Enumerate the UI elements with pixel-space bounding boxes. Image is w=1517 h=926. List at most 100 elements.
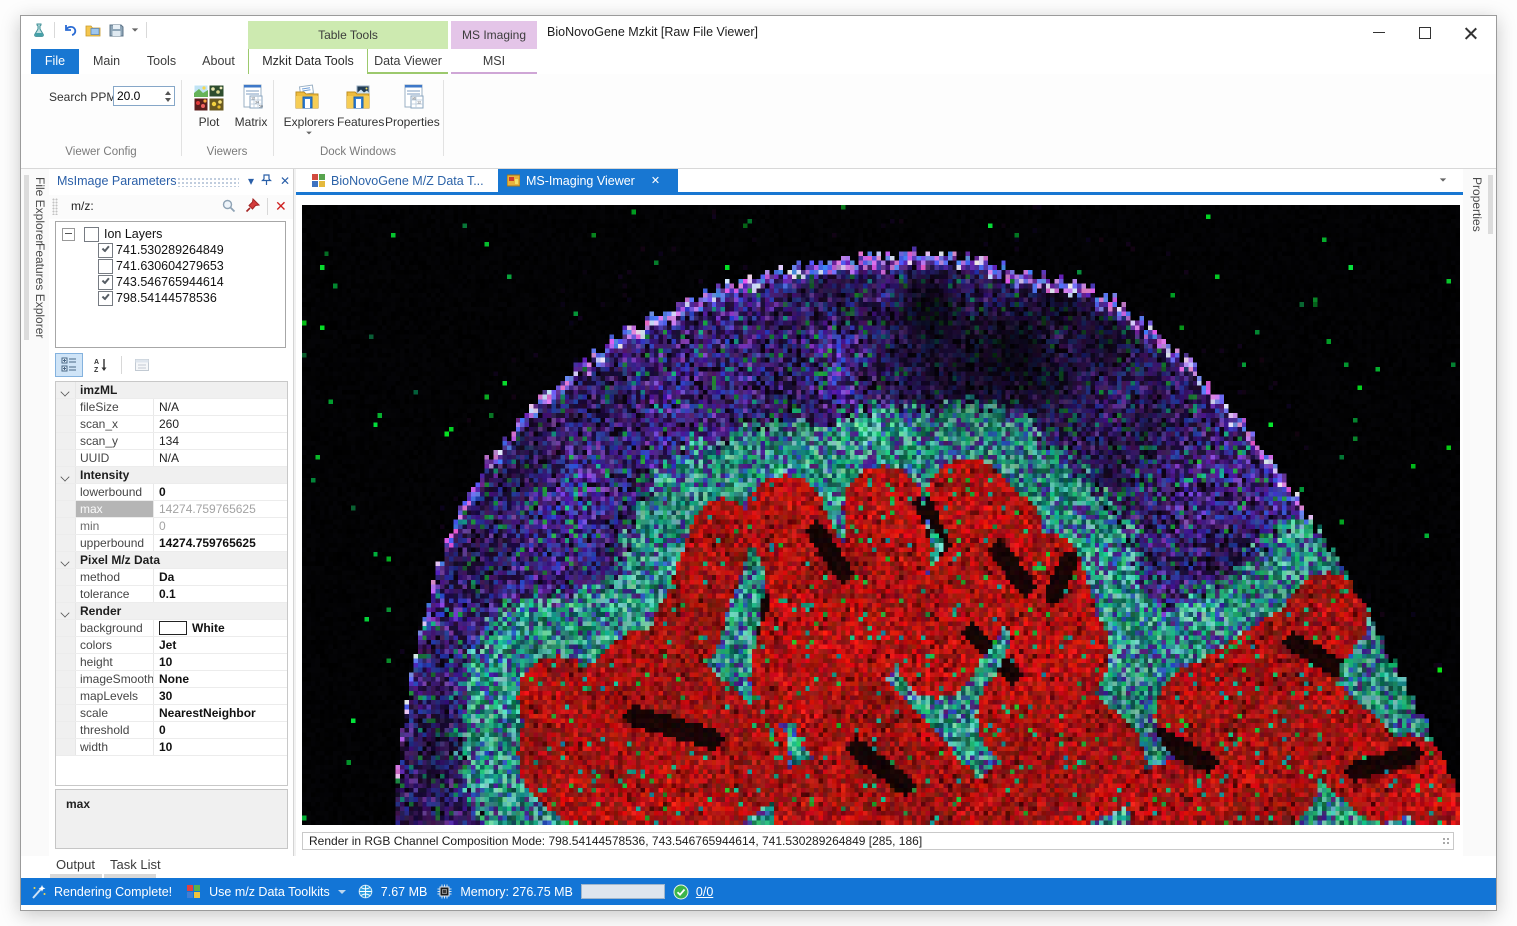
property-row-lowerbound[interactable]: lowerbound0 [56, 484, 287, 501]
property-value[interactable]: 0 [154, 518, 287, 534]
property-value[interactable]: 14274.759765625 [154, 535, 287, 551]
minimize-button[interactable] [1356, 16, 1402, 49]
save-icon[interactable] [109, 23, 124, 38]
toolbar-grip[interactable] [52, 198, 58, 215]
property-value[interactable]: 14274.759765625 [154, 501, 287, 517]
property-row-max[interactable]: max14274.759765625 [56, 501, 287, 518]
property-row-method[interactable]: methodDa [56, 569, 287, 586]
ion-layers-tree[interactable]: Ion Layers 741.530289264849741.630604279… [55, 221, 286, 348]
mz-pin-icon[interactable] [245, 198, 260, 213]
panel-menu-dropdown-icon[interactable]: ▾ [243, 174, 259, 188]
side-tab-features-explorer[interactable]: Features Explorer [24, 241, 51, 340]
property-row-scale[interactable]: scaleNearestNeighbor [56, 705, 287, 722]
category-collapse-icon[interactable] [56, 603, 76, 619]
tree-root-row[interactable]: Ion Layers [56, 226, 285, 242]
search-ppm-input[interactable] [113, 86, 175, 106]
property-row-filesize[interactable]: fileSizeN/A [56, 399, 287, 416]
grid-category-pixel-m-z-data[interactable]: Pixel M/z Data [56, 552, 287, 569]
toolkit-dropdown-icon[interactable] [338, 890, 346, 894]
mz-clear-icon[interactable]: ✕ [275, 198, 287, 215]
features-button[interactable]: Features [337, 84, 383, 129]
category-collapse-icon[interactable] [56, 382, 76, 398]
ribbon-tab-main[interactable]: Main [79, 49, 134, 74]
ion-layer-row[interactable]: 798.54144578536 [56, 290, 285, 306]
tree-root-checkbox[interactable] [84, 227, 99, 242]
document-tab-inactive[interactable]: BioNovoGene M/Z Data T... [303, 169, 493, 192]
ion-layer-checkbox[interactable] [98, 243, 113, 258]
property-value[interactable]: 134 [154, 433, 287, 449]
msi-canvas[interactable] [302, 205, 1460, 825]
ion-layer-checkbox[interactable] [98, 275, 113, 290]
grid-category-intensity[interactable]: Intensity [56, 467, 287, 484]
property-row-upperbound[interactable]: upperbound14274.759765625 [56, 535, 287, 552]
mz-input[interactable] [101, 197, 223, 217]
explorers-button[interactable]: Explorers [283, 84, 335, 135]
contextual-header-table-tools[interactable]: Table Tools [248, 21, 448, 49]
plot-button[interactable]: Plot [187, 84, 231, 129]
tasks-count-link[interactable]: 0/0 [696, 885, 713, 899]
property-value[interactable]: 260 [154, 416, 287, 432]
property-row-min[interactable]: min0 [56, 518, 287, 535]
property-value[interactable]: N/A [154, 450, 287, 466]
tab-list-dropdown-icon[interactable] [1440, 178, 1446, 181]
categorized-view-button[interactable] [55, 353, 83, 377]
tab-close-icon[interactable]: ✕ [651, 174, 660, 187]
ion-layer-row[interactable]: 741.630604279653 [56, 258, 285, 274]
ribbon-tab-about[interactable]: About [189, 49, 248, 74]
grid-category-imzml[interactable]: imzML [56, 382, 287, 399]
property-value[interactable]: 10 [154, 739, 287, 755]
property-row-colors[interactable]: colorsJet [56, 637, 287, 654]
panel-close-icon[interactable]: ✕ [277, 174, 293, 188]
ribbon-tab-msi[interactable]: MSI [451, 49, 537, 74]
property-value[interactable]: White [154, 620, 287, 636]
side-tab-properties[interactable]: Properties [1466, 175, 1493, 234]
side-tab-file-explorer[interactable]: File Explorer [24, 175, 51, 246]
ion-layer-row[interactable]: 743.546765944614 [56, 274, 285, 290]
property-value[interactable]: 10 [154, 654, 287, 670]
property-row-uuid[interactable]: UUIDN/A [56, 450, 287, 467]
matrix-button[interactable]: 123456 Matrix [229, 84, 273, 129]
property-value[interactable]: 0.1 [154, 586, 287, 602]
maximize-button[interactable] [1402, 16, 1448, 49]
property-row-height[interactable]: height10 [56, 654, 287, 671]
ribbon-tab-mzkit-data-tools[interactable]: Mzkit Data Tools [248, 49, 368, 74]
property-row-scan_y[interactable]: scan_y134 [56, 433, 287, 450]
property-value[interactable]: Jet [154, 637, 287, 653]
ion-layer-checkbox[interactable] [98, 291, 113, 306]
panel-pin-icon[interactable] [261, 174, 277, 186]
property-value[interactable]: N/A [154, 399, 287, 415]
mz-search-icon[interactable] [221, 198, 237, 214]
resize-grip-icon[interactable] [1442, 837, 1451, 846]
ribbon-tab-file[interactable]: File [31, 49, 79, 74]
toolkit-label[interactable]: Use m/z Data Toolkits [209, 885, 330, 899]
close-button[interactable] [1448, 16, 1494, 49]
bottom-tab-task-list[interactable]: Task List [110, 857, 161, 872]
alphabetical-sort-button[interactable]: AZ [87, 353, 115, 377]
panel-header[interactable]: MsImage Parameters ▾ ✕ [49, 169, 293, 195]
undo-icon[interactable] [62, 22, 78, 38]
tree-expander-icon[interactable] [62, 228, 75, 241]
property-grid[interactable]: imzMLfileSizeN/Ascan_x260scan_y134UUIDN/… [55, 381, 288, 786]
property-value[interactable]: 0 [154, 722, 287, 738]
contextual-header-ms-imaging[interactable]: MS Imaging [451, 21, 537, 49]
bottom-tab-output[interactable]: Output [56, 857, 95, 872]
property-value[interactable]: NearestNeighbor [154, 705, 287, 721]
document-tab-active[interactable]: MS-Imaging Viewer✕ [498, 169, 678, 192]
properties-button[interactable]: ab12 Properties [385, 84, 439, 129]
property-value[interactable]: Da [154, 569, 287, 585]
category-collapse-icon[interactable] [56, 552, 76, 568]
property-row-imagesmooth[interactable]: imageSmoothNone [56, 671, 287, 688]
ribbon-tab-data-viewer[interactable]: Data Viewer [368, 49, 448, 74]
property-row-threshold[interactable]: threshold0 [56, 722, 287, 739]
search-ppm-value[interactable] [114, 87, 162, 105]
property-row-width[interactable]: width10 [56, 739, 287, 756]
property-value[interactable]: 0 [154, 484, 287, 500]
qat-dropdown-icon[interactable] [132, 28, 138, 31]
ribbon-tab-tools[interactable]: Tools [134, 49, 189, 74]
property-row-background[interactable]: backgroundWhite [56, 620, 287, 637]
property-row-maplevels[interactable]: mapLevels30 [56, 688, 287, 705]
search-ppm-spinner[interactable] [165, 87, 174, 105]
category-collapse-icon[interactable] [56, 467, 76, 483]
property-row-scan_x[interactable]: scan_x260 [56, 416, 287, 433]
ion-layer-checkbox[interactable] [98, 259, 113, 274]
